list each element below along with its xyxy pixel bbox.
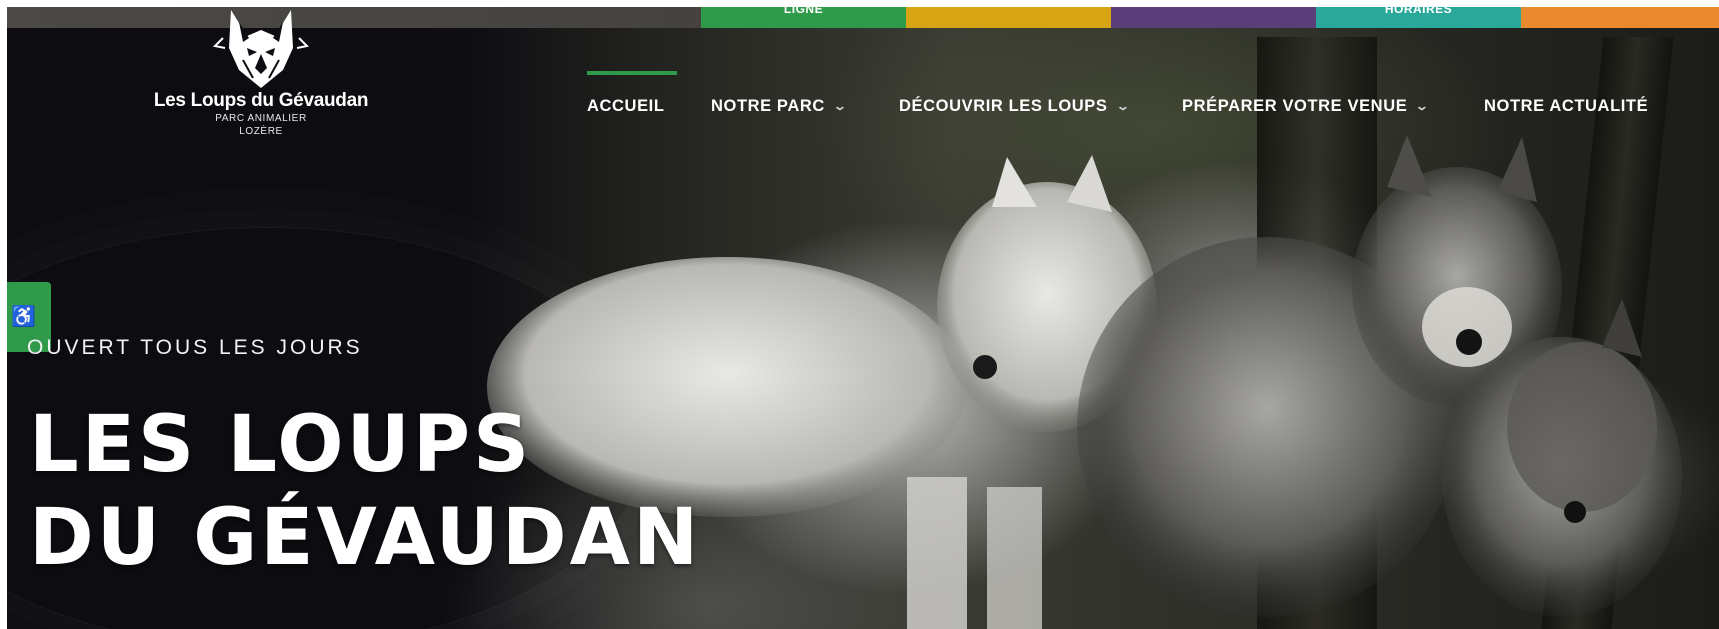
nav-item-notre-actualite[interactable]: NOTRE ACTUALITÉ xyxy=(1484,97,1648,116)
logo-name: Les Loups du Gévaudan xyxy=(153,90,369,111)
quick-link-yellow[interactable] xyxy=(906,7,1111,28)
hero-title: LES LOUPS DU GÉVAUDAN xyxy=(29,399,701,585)
site-logo[interactable]: Les Loups du Gévaudan PARC ANIMALIER LOZ… xyxy=(141,8,381,138)
wolf-head-icon xyxy=(213,10,309,88)
accessibility-icon: ♿ xyxy=(11,306,36,328)
white-wolf-ear xyxy=(1067,155,1112,212)
nav-item-label: DÉCOUVRIR LES LOUPS xyxy=(899,97,1108,115)
quick-link-ligne[interactable]: LIGNE xyxy=(701,7,906,28)
nav-item-label: PRÉPARER VOTRE VENUE xyxy=(1182,97,1408,115)
quick-link-label: HORAIRES xyxy=(1384,7,1453,16)
site-frame: LIGNE HORAIRES Les Loups du Gévaudan PAR… xyxy=(7,7,1719,629)
grey-wolf-ear xyxy=(1387,135,1432,197)
nav-item-notre-parc[interactable]: NOTRE PARC ⌄ xyxy=(711,97,848,116)
white-wolf-leg xyxy=(987,487,1042,629)
nav-item-label: NOTRE PARC xyxy=(711,97,825,115)
white-wolf-leg xyxy=(907,477,967,629)
chevron-down-icon: ⌄ xyxy=(832,99,848,113)
quick-link-label: LIGNE xyxy=(783,7,824,16)
logo-subtitle: PARC ANIMALIER xyxy=(215,113,307,124)
logo-subtitle-region: LOZÈRE xyxy=(239,126,283,137)
quick-link-purple[interactable] xyxy=(1111,7,1316,28)
nav-item-label: NOTRE ACTUALITÉ xyxy=(1484,97,1649,115)
chevron-down-icon: ⌄ xyxy=(1115,99,1131,113)
nav-item-decouvrir-les-loups[interactable]: DÉCOUVRIR LES LOUPS ⌄ xyxy=(899,97,1131,116)
quick-link-orange[interactable] xyxy=(1521,7,1719,28)
white-wolf-nose xyxy=(973,355,997,379)
nav-active-indicator xyxy=(587,71,677,75)
nav-item-preparer-votre-venue[interactable]: PRÉPARER VOTRE VENUE ⌄ xyxy=(1182,97,1431,116)
third-wolf-nose xyxy=(1564,501,1586,523)
hero-eyebrow: OUVERT TOUS LES JOURS xyxy=(27,336,363,359)
nav-item-accueil[interactable]: ACCUEIL xyxy=(587,97,665,116)
grey-wolf-nose xyxy=(1456,329,1482,355)
nav-item-label: ACCUEIL xyxy=(587,97,665,115)
grey-wolf-muzzle xyxy=(1422,287,1512,367)
third-wolf-ear xyxy=(1602,299,1642,357)
grey-wolf-ear xyxy=(1497,137,1537,202)
hero-title-line: DU GÉVAUDAN xyxy=(29,493,702,583)
quick-link-horaires[interactable]: HORAIRES xyxy=(1316,7,1521,28)
hero-title-line: LES LOUPS xyxy=(29,400,533,490)
chevron-down-icon: ⌄ xyxy=(1415,99,1431,113)
third-wolf-head xyxy=(1507,342,1657,512)
white-wolf-ear xyxy=(992,157,1037,207)
